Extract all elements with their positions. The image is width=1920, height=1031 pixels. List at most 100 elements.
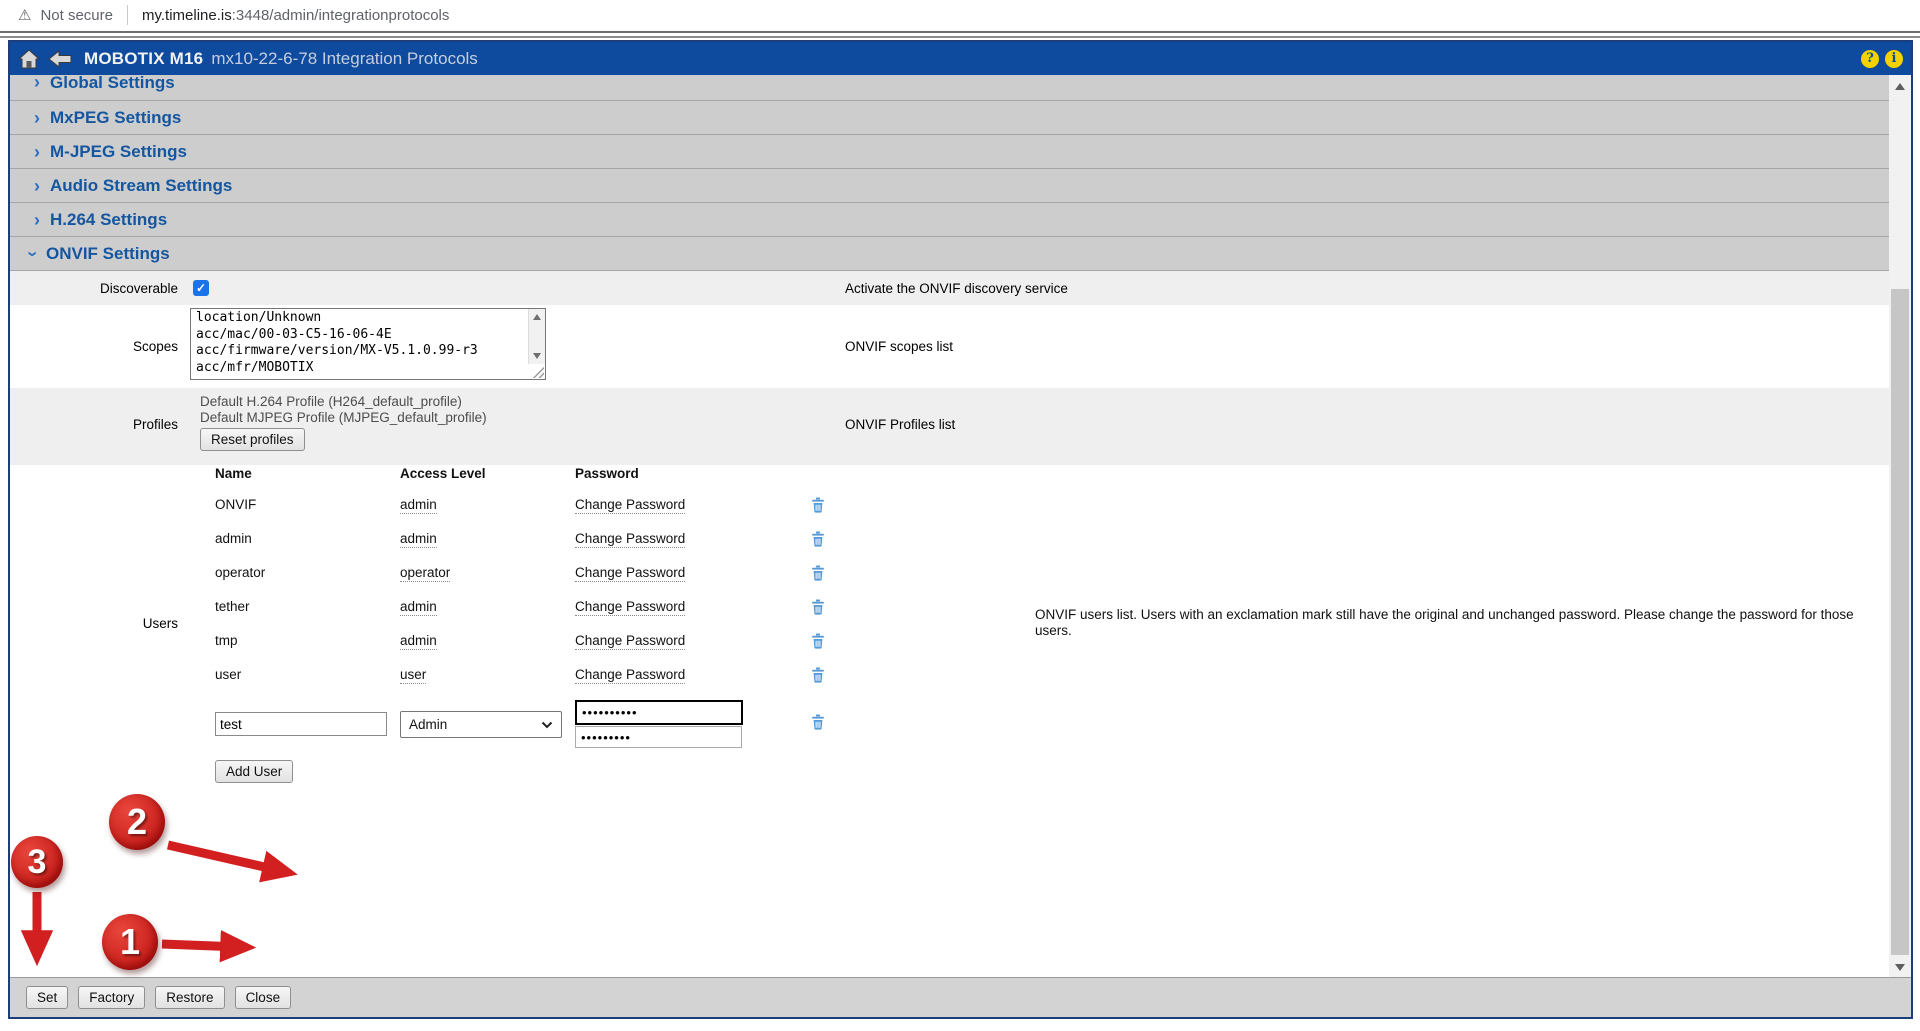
url-path[interactable]: :3448/admin/integrationprotocols xyxy=(232,7,450,24)
scopes-scrollbar[interactable] xyxy=(528,309,545,364)
not-secure-label[interactable]: Not secure xyxy=(40,7,113,24)
user-access-level[interactable]: admin xyxy=(400,497,437,514)
user-name: ONVIF xyxy=(215,497,256,512)
brand-title: MOBOTIX M16 xyxy=(84,49,203,69)
scrollbar-thumb[interactable] xyxy=(1891,289,1909,955)
factory-button[interactable]: Factory xyxy=(78,986,145,1009)
section-label: Audio Stream Settings xyxy=(50,176,232,196)
page-title: mx10-22-6-78 Integration Protocols xyxy=(211,49,477,69)
scopes-textarea[interactable]: location/Unknown acc/mac/00-03-C5-16-06-… xyxy=(190,308,546,380)
new-user-name-input[interactable] xyxy=(215,712,387,736)
section-header-mxpeg-settings[interactable]: › MxPEG Settings xyxy=(10,101,1889,135)
section-label: Global Settings xyxy=(50,73,175,93)
delete-user-icon[interactable] xyxy=(811,565,825,584)
chevron-right-icon: › xyxy=(34,177,40,195)
url-host[interactable]: my.timeline.is xyxy=(142,7,232,24)
help-icon[interactable]: ? xyxy=(1861,50,1879,68)
titlebar: MOBOTIX M16 mx10-22-6-78 Integration Pro… xyxy=(10,42,1911,75)
page: ⚠ Not secure my.timeline.is :3448/admin/… xyxy=(0,0,1920,1031)
column-header-access-level: Access Level xyxy=(400,466,486,481)
chevron-right-icon: › xyxy=(34,211,40,229)
scrollbar-up-icon[interactable] xyxy=(1895,83,1905,90)
change-password-link[interactable]: Change Password xyxy=(575,633,685,650)
chevron-right-icon: › xyxy=(34,109,40,127)
section-header-global-settings[interactable]: ›Global Settings xyxy=(10,75,1889,101)
scopes-label: Scopes xyxy=(10,339,178,354)
scopes-description: ONVIF scopes list xyxy=(845,339,953,354)
chrome-divider-line xyxy=(0,36,1920,38)
user-name: tmp xyxy=(215,633,238,648)
profiles-row: Profiles Default H.264 Profile (H264_def… xyxy=(10,388,1889,465)
delete-new-user-icon[interactable] xyxy=(811,714,825,733)
app-frame: MOBOTIX M16 mx10-22-6-78 Integration Pro… xyxy=(8,40,1913,1019)
change-password-link[interactable]: Change Password xyxy=(575,667,685,684)
column-header-name: Name xyxy=(215,466,252,481)
delete-user-icon[interactable] xyxy=(811,667,825,686)
delete-user-icon[interactable] xyxy=(811,633,825,652)
column-header-password: Password xyxy=(575,466,639,481)
user-row-user: user user Change Password xyxy=(10,658,1889,692)
scroll-down-icon[interactable] xyxy=(533,353,541,359)
section-header-m-jpeg-settings[interactable]: ›M-JPEG Settings xyxy=(10,135,1889,169)
profile-line: Default H.264 Profile (H264_default_prof… xyxy=(200,394,487,410)
change-password-link[interactable]: Change Password xyxy=(575,565,685,582)
change-password-link[interactable]: Change Password xyxy=(575,531,685,548)
back-arrow-icon[interactable] xyxy=(48,50,72,68)
section-header-h-264-settings[interactable]: › H.264 Settings xyxy=(10,203,1889,237)
change-password-link[interactable]: Change Password xyxy=(575,599,685,616)
browser-address-bar[interactable]: ⚠ Not secure my.timeline.is :3448/admin/… xyxy=(0,0,1920,30)
change-password-link[interactable]: Change Password xyxy=(575,497,685,514)
users-row: Users Name Access Level Password ONVIFad… xyxy=(10,465,1889,977)
restore-button[interactable]: Restore xyxy=(155,986,224,1009)
scroll-up-icon[interactable] xyxy=(533,314,541,320)
user-name: operator xyxy=(215,565,265,580)
section-header-onvif-settings[interactable]: › ONVIF Settings xyxy=(10,237,1889,271)
user-row-admin: admin admin Change Password xyxy=(10,522,1889,556)
user-row-onvif: ONVIF admin Change Password xyxy=(10,488,1889,522)
user-row-operator: operator operator Change Password xyxy=(10,556,1889,590)
user-name: user xyxy=(215,667,241,682)
reset-profiles-button[interactable]: Reset profiles xyxy=(200,428,305,451)
warning-icon: ⚠ xyxy=(18,6,31,24)
delete-user-icon[interactable] xyxy=(811,531,825,550)
page-scrollbar[interactable] xyxy=(1889,75,1911,977)
add-user-button[interactable]: Add User xyxy=(215,760,293,783)
user-access-level[interactable]: operator xyxy=(400,565,450,582)
onvif-settings-body: Discoverable ✓ Activate the ONVIF discov… xyxy=(10,271,1889,977)
set-button[interactable]: Set xyxy=(26,986,68,1009)
users-description: ONVIF users list. Users with an exclamat… xyxy=(1035,607,1883,638)
chrome-divider-line xyxy=(0,31,1920,33)
settings-sections: ›Global Settings›MxPEG Settings›M-JPEG S… xyxy=(10,75,1889,271)
delete-user-icon[interactable] xyxy=(811,599,825,618)
discoverable-label: Discoverable xyxy=(10,281,178,296)
resize-grip-icon[interactable] xyxy=(532,366,544,378)
close-button[interactable]: Close xyxy=(235,986,292,1009)
chevron-down-icon xyxy=(541,717,553,732)
user-access-level[interactable]: admin xyxy=(400,599,437,616)
user-access-level[interactable]: user xyxy=(400,667,426,684)
discoverable-checkbox[interactable]: ✓ xyxy=(193,280,209,296)
section-header-audio-stream-settings[interactable]: › Audio Stream Settings xyxy=(10,169,1889,203)
chevron-down-icon: › xyxy=(24,251,42,257)
delete-user-icon[interactable] xyxy=(811,497,825,516)
discoverable-row: Discoverable ✓ Activate the ONVIF discov… xyxy=(10,271,1889,305)
new-user-password-confirm-input[interactable] xyxy=(575,726,742,748)
profiles-label: Profiles xyxy=(10,417,178,432)
section-label: ONVIF Settings xyxy=(46,244,170,264)
section-label: H.264 Settings xyxy=(50,210,167,230)
section-label: MxPEG Settings xyxy=(50,108,181,128)
scopes-row: Scopes location/Unknown acc/mac/00-03-C5… xyxy=(10,305,1889,388)
user-access-level[interactable]: admin xyxy=(400,633,437,650)
scopes-value[interactable]: location/Unknown acc/mac/00-03-C5-16-06-… xyxy=(191,309,545,377)
discoverable-description: Activate the ONVIF discovery service xyxy=(845,281,1068,296)
section-label: M-JPEG Settings xyxy=(50,142,187,162)
profiles-description: ONVIF Profiles list xyxy=(845,417,955,432)
user-name: admin xyxy=(215,531,252,546)
user-access-level[interactable]: admin xyxy=(400,531,437,548)
info-icon[interactable]: i xyxy=(1885,50,1903,68)
home-icon[interactable] xyxy=(18,49,40,69)
new-user-access-level-select[interactable]: Admin xyxy=(400,711,562,738)
scrollbar-down-icon[interactable] xyxy=(1895,964,1905,971)
new-user-password-input[interactable] xyxy=(575,700,743,725)
user-name: tether xyxy=(215,599,250,614)
